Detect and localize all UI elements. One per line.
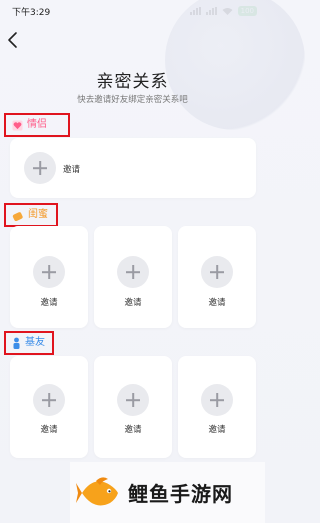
page-subtitle: 快去邀请好友绑定亲密关系吧 bbox=[77, 95, 188, 105]
back-arrow-icon[interactable] bbox=[6, 31, 20, 49]
section-label-couple: 情侣 bbox=[4, 113, 70, 137]
invite-label: 邀请 bbox=[40, 425, 58, 435]
invite-label: 邀请 bbox=[63, 165, 81, 175]
watermark-text: 鲤鱼手游网 bbox=[128, 482, 233, 506]
add-plus-icon bbox=[201, 256, 233, 288]
add-plus-icon bbox=[24, 152, 56, 184]
buddy-icon bbox=[13, 337, 20, 349]
add-plus-icon bbox=[201, 384, 233, 416]
section-label-text: 闺蜜 bbox=[28, 209, 48, 220]
bestie-icon bbox=[12, 211, 23, 221]
section-label-text: 基友 bbox=[25, 337, 45, 348]
invite-label: 邀请 bbox=[208, 425, 226, 435]
fish-logo-icon bbox=[76, 476, 118, 505]
add-plus-icon bbox=[117, 256, 149, 288]
invite-card-bestie-2[interactable]: 邀请 bbox=[94, 226, 172, 328]
status-time: 下午3:29 bbox=[12, 7, 51, 18]
invite-card-bestie-3[interactable]: 邀请 bbox=[178, 226, 256, 328]
heart-icon bbox=[12, 119, 23, 131]
invite-card-bestie-1[interactable]: 邀请 bbox=[10, 226, 88, 328]
add-plus-icon bbox=[33, 384, 65, 416]
add-plus-icon bbox=[117, 384, 149, 416]
add-plus-icon bbox=[33, 256, 65, 288]
invite-card-couple[interactable]: 邀请 bbox=[10, 138, 256, 198]
watermark: 鲤鱼手游网 bbox=[70, 462, 265, 523]
invite-card-buddy-2[interactable]: 邀请 bbox=[94, 356, 172, 458]
invite-label: 邀请 bbox=[40, 298, 58, 308]
section-label-text: 情侣 bbox=[27, 119, 47, 130]
invite-label: 邀请 bbox=[124, 298, 142, 308]
invite-card-buddy-3[interactable]: 邀请 bbox=[178, 356, 256, 458]
decorative-circle bbox=[165, 0, 305, 130]
section-label-bestie: 闺蜜 bbox=[4, 203, 58, 227]
invite-label: 邀请 bbox=[124, 425, 142, 435]
invite-card-buddy-1[interactable]: 邀请 bbox=[10, 356, 88, 458]
invite-label: 邀请 bbox=[208, 298, 226, 308]
page-title: 亲密关系 bbox=[96, 72, 169, 92]
section-label-buddy: 基友 bbox=[4, 331, 54, 355]
